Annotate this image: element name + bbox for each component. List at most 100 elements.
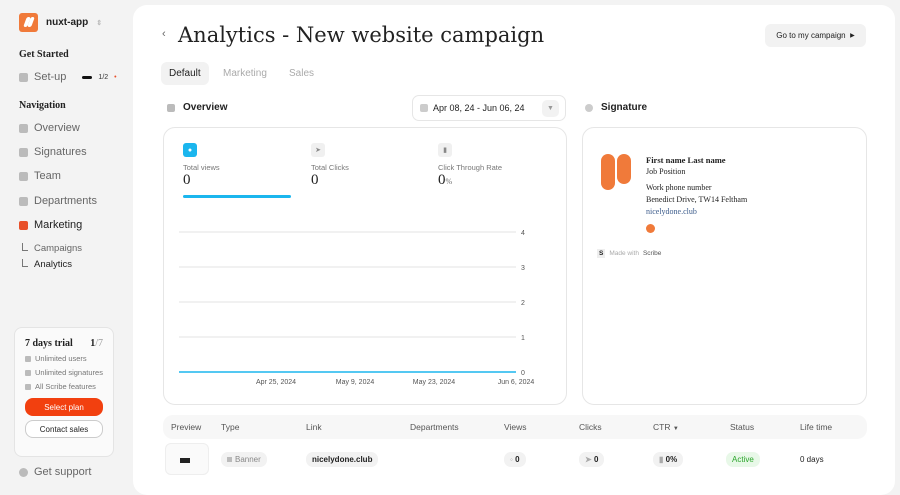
dot-icon: • xyxy=(114,73,117,81)
back-chevron-icon[interactable]: ‹ xyxy=(162,28,166,40)
sig-site-link[interactable]: nicelydone.club xyxy=(646,206,747,218)
feature: Unlimited users xyxy=(25,354,103,363)
sidebar-item-marketing[interactable]: Marketing xyxy=(19,219,82,231)
label: Signatures xyxy=(34,146,87,158)
app-logo xyxy=(19,13,38,32)
section-get-started: Get Started xyxy=(19,49,69,60)
signature-card: First name Last name Job Position Work p… xyxy=(582,127,867,405)
calendar-icon xyxy=(420,104,428,112)
banner-preview-thumbnail[interactable] xyxy=(165,443,209,475)
col-status: Status xyxy=(730,422,755,432)
link-pill[interactable]: nicelydone.club xyxy=(306,452,379,467)
col-lifetime: Life time xyxy=(800,422,833,432)
ctr-pill: ▮ 0% xyxy=(653,452,684,467)
col-ctr[interactable]: CTR ▼ xyxy=(653,422,679,432)
flag-icon xyxy=(19,72,28,82)
cursor-icon: ➤ xyxy=(585,455,594,464)
trial-title: 7 days trial xyxy=(25,338,73,349)
get-support-link[interactable]: Get support xyxy=(19,466,91,478)
y-tick-label: 0 xyxy=(521,370,525,377)
signature-details: First name Last name Job Position Work p… xyxy=(646,154,747,233)
bar-chart-icon: ▮ xyxy=(659,455,666,464)
y-tick-label: 4 xyxy=(521,230,525,237)
tab-default[interactable]: Default xyxy=(161,62,209,85)
col-views: Views xyxy=(504,422,527,432)
sig-address: Benedict Drive, TW14 Feltham xyxy=(646,195,748,204)
views-pill: ◦ 0 xyxy=(504,452,526,467)
lifetime: 0 days xyxy=(800,455,824,464)
pen-icon xyxy=(19,147,28,157)
col-type: Type xyxy=(221,422,240,432)
signature-logo xyxy=(601,154,631,190)
users-icon xyxy=(19,171,28,181)
social-x-icon[interactable] xyxy=(646,224,655,233)
table-header: Preview Type Link Departments Views Clic… xyxy=(163,415,867,439)
star-icon xyxy=(25,383,31,390)
feature: Unlimited signatures xyxy=(25,368,103,377)
setup-progress-bar xyxy=(82,75,93,79)
col-departments: Departments xyxy=(410,422,459,432)
clicks-pill: ➤ 0 xyxy=(579,452,605,467)
label: Get support xyxy=(34,466,92,478)
sidebar-item-team[interactable]: Team xyxy=(19,170,61,182)
chart-icon xyxy=(19,220,28,230)
contact-sales-button[interactable]: Contact sales xyxy=(25,420,103,438)
label: Team xyxy=(34,170,61,182)
section-navigation: Navigation xyxy=(19,100,66,111)
signature-header: Signature xyxy=(585,102,647,113)
setup-progress: 1/2 xyxy=(98,73,109,81)
date-range-picker[interactable]: Apr 08, 24 - Jun 06, 24 ▼ xyxy=(412,95,566,121)
home-icon xyxy=(19,123,28,133)
label: Overview xyxy=(183,102,228,113)
banner-icon xyxy=(227,457,232,462)
label: Overview xyxy=(34,122,80,134)
y-tick-label: 3 xyxy=(521,265,525,272)
table-row[interactable]: Banner nicelydone.club ◦ 0 ➤ 0 ▮ 0% Acti… xyxy=(163,441,867,479)
sidebar-item-analytics[interactable]: Analytics xyxy=(22,259,72,270)
app-name: nuxt-app xyxy=(46,17,89,28)
label: Marketing xyxy=(34,219,83,231)
eye-icon xyxy=(585,103,593,112)
main-panel: ‹ Analytics - New website campaign Go to… xyxy=(133,5,895,495)
sig-phone: Work phone number xyxy=(646,183,712,192)
made-label: Made with xyxy=(609,250,639,257)
chevron-updown-icon: ⇕ xyxy=(96,19,103,27)
date-range: Apr 08, 24 - Jun 06, 24 xyxy=(433,103,525,113)
feature-label: Unlimited users xyxy=(35,354,87,363)
y-tick-label: 1 xyxy=(521,335,525,342)
made-with-scribe[interactable]: S Made with Scribe xyxy=(597,249,661,258)
page-title: Analytics - New website campaign xyxy=(178,23,545,47)
app-switcher[interactable]: nuxt-app ⇕ xyxy=(19,13,102,32)
sidebar-item-setup[interactable]: Set-up 1/2 • xyxy=(19,71,117,83)
type-pill: Banner xyxy=(221,452,267,467)
tab-sales[interactable]: Sales xyxy=(281,62,322,85)
label: Go to my campaign xyxy=(776,31,846,40)
label: Departments xyxy=(34,195,97,207)
ctr: 0% xyxy=(665,455,678,464)
line-chart: 4 3 2 1 0 Apr 25, 2024 May 9, 2024 May 23, 2024… xyxy=(179,230,535,386)
sidebar-item-campaigns[interactable]: Campaigns xyxy=(22,243,82,254)
scribe-label: Scribe xyxy=(642,250,662,257)
thumb-detail xyxy=(180,458,190,463)
folder-icon xyxy=(19,196,28,206)
clicks: 0 xyxy=(593,455,599,464)
trial-card: 7 days trial 1/7 Unlimited users Unlimite… xyxy=(14,327,114,457)
col-preview: Preview xyxy=(171,422,202,432)
x-tick-label: Jun 6, 2024 xyxy=(498,379,535,386)
sig-name: First name Last name xyxy=(646,155,726,165)
feature-label: Unlimited signatures xyxy=(35,368,103,377)
chevron-down-icon[interactable]: ▼ xyxy=(542,100,559,117)
x-tick-label: May 9, 2024 xyxy=(336,379,375,386)
sidebar-item-overview[interactable]: Overview xyxy=(19,122,80,134)
sidebar: nuxt-app ⇕ Get Started Set-up 1/2 • Navigat… xyxy=(0,0,133,484)
overview-card: ● Total views 0 ➤ Total Clicks 0 ▮ Click… xyxy=(163,127,567,405)
sidebar-item-signatures[interactable]: Signatures xyxy=(19,146,87,158)
scribe-icon: S xyxy=(597,249,606,258)
select-plan-button[interactable]: Select plan xyxy=(25,398,103,416)
tab-marketing[interactable]: Marketing xyxy=(215,62,275,85)
go-to-campaign-button[interactable]: Go to my campaign ▶ xyxy=(765,24,866,47)
trial-total: /7 xyxy=(95,338,103,349)
sidebar-item-departments[interactable]: Departments xyxy=(19,195,97,207)
pen-icon xyxy=(25,369,31,376)
col-clicks: Clicks xyxy=(579,422,602,432)
